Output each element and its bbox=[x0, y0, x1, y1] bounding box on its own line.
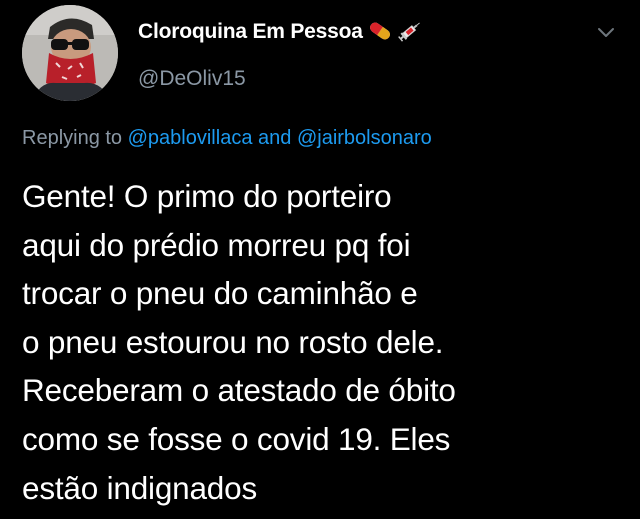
mention-link[interactable]: @jairbolsonaro bbox=[297, 127, 432, 149]
display-name[interactable]: Cloroquina Em Pessoa bbox=[138, 20, 363, 43]
avatar-image bbox=[22, 5, 118, 101]
syringe-icon bbox=[397, 19, 423, 50]
tweet-text-line: trocar o pneu do caminhão e bbox=[22, 275, 418, 312]
tweet-text-line: aqui do prédio morreu pq foi bbox=[22, 226, 411, 263]
replying-to-line: Replying to @pablovillaca and @jairbolso… bbox=[22, 125, 432, 151]
author-handle[interactable]: @DeOliv15 bbox=[138, 66, 246, 92]
avatar[interactable] bbox=[22, 5, 118, 101]
mention-link[interactable]: @pablovillaca bbox=[128, 127, 253, 149]
tweet-text-line: Receberam o atestado de óbito bbox=[22, 372, 456, 409]
chevron-down-icon[interactable] bbox=[596, 26, 616, 40]
author-name-row[interactable]: Cloroquina Em Pessoa bbox=[138, 19, 423, 50]
tweet-text: Gente! O primo do porteiro aqui do prédi… bbox=[22, 172, 622, 512]
tweet-text-line: o pneu estourou no rosto dele. bbox=[22, 323, 444, 360]
pill-icon bbox=[367, 19, 393, 50]
tweet-text-line: Gente! O primo do porteiro bbox=[22, 178, 392, 214]
tweet-card: Cloroquina Em Pessoa @DeOliv15 Replying … bbox=[0, 0, 640, 519]
tweet-text-line: como se fosse o covid 19. Eles bbox=[22, 420, 451, 457]
mention-conjunction: and bbox=[258, 127, 292, 149]
tweet-text-line: estão indignados bbox=[22, 469, 257, 506]
replying-prefix: Replying to bbox=[22, 127, 123, 149]
